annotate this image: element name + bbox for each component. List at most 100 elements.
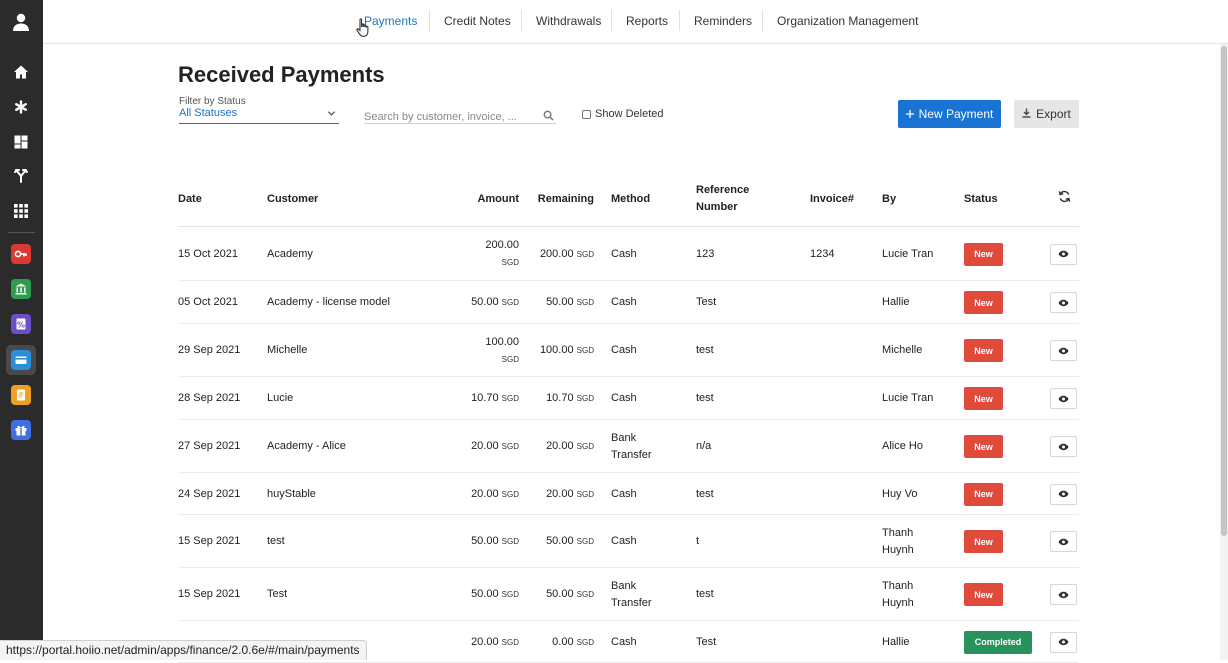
search-input[interactable] — [364, 111, 536, 123]
eye-icon — [1058, 342, 1069, 360]
by-line1: Huy Vo — [882, 487, 918, 500]
status-filter-select[interactable]: All Statuses — [179, 107, 339, 124]
cell-reference: Test — [696, 635, 717, 648]
table-row[interactable]: 29 Sep 2021 Michelle 100.00 SGD 100.00 SGD Ca… — [178, 324, 1079, 377]
amount-value: 100.00 — [485, 335, 519, 348]
eye-icon — [1058, 438, 1069, 456]
remaining-currency: SGD — [576, 489, 594, 499]
cell-method: Cash — [611, 634, 637, 651]
tab-organization-management[interactable]: Organization Management — [777, 14, 918, 28]
tab-divider — [429, 10, 430, 31]
vertical-scrollbar[interactable] — [1220, 44, 1228, 660]
amount-value: 50.00 — [471, 588, 499, 600]
amount-value: 20.00 — [471, 440, 499, 452]
cell-amount: 10.70 SGD — [471, 390, 519, 407]
branch-icon[interactable] — [9, 164, 33, 188]
amount-value: 50.00 — [471, 535, 499, 547]
scrollbar-thumb[interactable] — [1221, 46, 1227, 536]
eye-icon — [1058, 533, 1069, 551]
remaining-currency: SGD — [576, 537, 594, 546]
apps-grid-icon[interactable] — [9, 199, 33, 223]
refresh-icon[interactable] — [1058, 190, 1071, 208]
table-row[interactable]: 05 Oct 2021 Academy - license model 50.00 … — [178, 281, 1079, 324]
cell-date: 29 Sep 2021 — [178, 344, 241, 356]
notes-app-icon[interactable] — [11, 385, 31, 405]
table-row[interactable]: 27 Sep 2021 Academy - Alice 20.00 SGD 20.00… — [178, 420, 1079, 473]
cell-date: 15 Sep 2021 — [178, 588, 241, 600]
cell-amount: 20.00 SGD — [471, 486, 519, 503]
column-method[interactable]: Method — [611, 191, 650, 208]
column-amount[interactable]: Amount — [477, 191, 519, 208]
column-by[interactable]: By — [882, 191, 896, 208]
amount-currency: SGD — [501, 637, 519, 647]
column-reference-line1: Reference — [696, 184, 750, 196]
show-deleted-checkbox[interactable] — [582, 109, 591, 119]
view-button[interactable] — [1050, 483, 1077, 505]
search-icon[interactable] — [543, 108, 554, 126]
status-badge: Completed — [964, 630, 1032, 654]
table-row[interactable]: 15 Sep 2021 Test 50.00 SGD 50.00 SGD Bank Tra… — [178, 568, 1079, 621]
status-filter-value: All Statuses — [179, 107, 238, 119]
column-date[interactable]: Date — [178, 191, 202, 208]
view-button[interactable] — [1050, 292, 1077, 313]
remaining-currency: SGD — [576, 298, 594, 307]
cell-by: Lucie Tran — [882, 390, 933, 407]
cell-date: 24 Sep 2021 — [178, 487, 241, 500]
key-app-icon[interactable] — [11, 244, 31, 264]
gift-app-icon[interactable] — [11, 420, 31, 440]
cell-by: Alice Ho — [882, 438, 923, 455]
remaining-value: 200.00 — [539, 247, 574, 260]
remaining-value: 10.70 — [546, 392, 574, 404]
table-row[interactable]: 15 Oct 2021 Academy 200.00 SGD 200.00 SGD Cas… — [178, 227, 1079, 281]
column-remaining[interactable]: Remaining — [538, 191, 594, 208]
cell-by: Lucie Tran — [882, 246, 933, 263]
browser-status-url: https://portal.hoiio.net/admin/apps/fina… — [0, 640, 367, 660]
tab-withdrawals[interactable]: Withdrawals — [536, 14, 601, 28]
tab-credit-notes[interactable]: Credit Notes — [444, 14, 511, 28]
home-icon[interactable] — [9, 60, 33, 84]
asterisk-icon[interactable] — [9, 95, 33, 119]
view-button[interactable] — [1050, 436, 1077, 457]
column-reference[interactable]: Reference Number — [696, 182, 749, 216]
remaining-value: 50.00 — [546, 296, 574, 308]
view-button[interactable] — [1050, 340, 1077, 361]
remaining-value: 20.00 — [546, 487, 574, 500]
view-button[interactable] — [1050, 243, 1077, 265]
view-button[interactable] — [1050, 584, 1077, 605]
cell-reference: test — [696, 344, 714, 356]
tab-reminders[interactable]: Reminders — [694, 14, 752, 28]
amount-currency: SGD — [501, 442, 519, 451]
voucher-app-icon[interactable]: % — [11, 314, 31, 334]
view-button[interactable] — [1050, 388, 1077, 409]
amount-value: 10.70 — [471, 392, 499, 404]
cell-remaining: 50.00 SGD — [546, 533, 594, 550]
column-invoice[interactable]: Invoice# — [810, 191, 854, 208]
tab-reports[interactable]: Reports — [626, 14, 668, 28]
remaining-value: 50.00 — [546, 535, 574, 547]
table-row[interactable]: 24 Sep 2021 huyStable 20.00 SGD 20.00 SGD Ca… — [178, 473, 1079, 515]
status-badge: New — [964, 482, 1003, 506]
finance-app-icon[interactable] — [11, 350, 31, 370]
show-deleted-toggle[interactable]: Show Deleted — [582, 108, 664, 120]
method-line1: Cash — [611, 247, 637, 260]
column-customer[interactable]: Customer — [267, 191, 318, 208]
sidebar-divider — [8, 232, 35, 233]
user-avatar-icon[interactable] — [9, 10, 33, 34]
view-button[interactable] — [1050, 631, 1077, 653]
download-icon — [1022, 107, 1031, 121]
remaining-value: 0.00 — [552, 635, 574, 648]
new-payment-button[interactable]: New Payment — [898, 100, 1001, 128]
by-line1: Thanh — [882, 526, 914, 539]
dashboard-icon[interactable] — [9, 130, 33, 154]
bank-app-icon[interactable] — [11, 279, 31, 299]
tab-payments[interactable]: Payments — [364, 14, 417, 28]
cell-remaining: 10.70 SGD — [546, 390, 594, 407]
hand-cursor-icon — [356, 18, 370, 43]
cell-remaining: 50.00 SGD — [546, 294, 594, 311]
view-button[interactable] — [1050, 531, 1077, 552]
export-button[interactable]: Export — [1014, 100, 1079, 128]
column-status[interactable]: Status — [964, 191, 998, 208]
table-row[interactable]: 15 Sep 2021 test 50.00 SGD 50.00 SGD Cash t Th… — [178, 515, 1079, 568]
page-title: Received Payments — [178, 62, 385, 87]
table-row[interactable]: 28 Sep 2021 Lucie 10.70 SGD 10.70 SGD Cash te… — [178, 377, 1079, 420]
